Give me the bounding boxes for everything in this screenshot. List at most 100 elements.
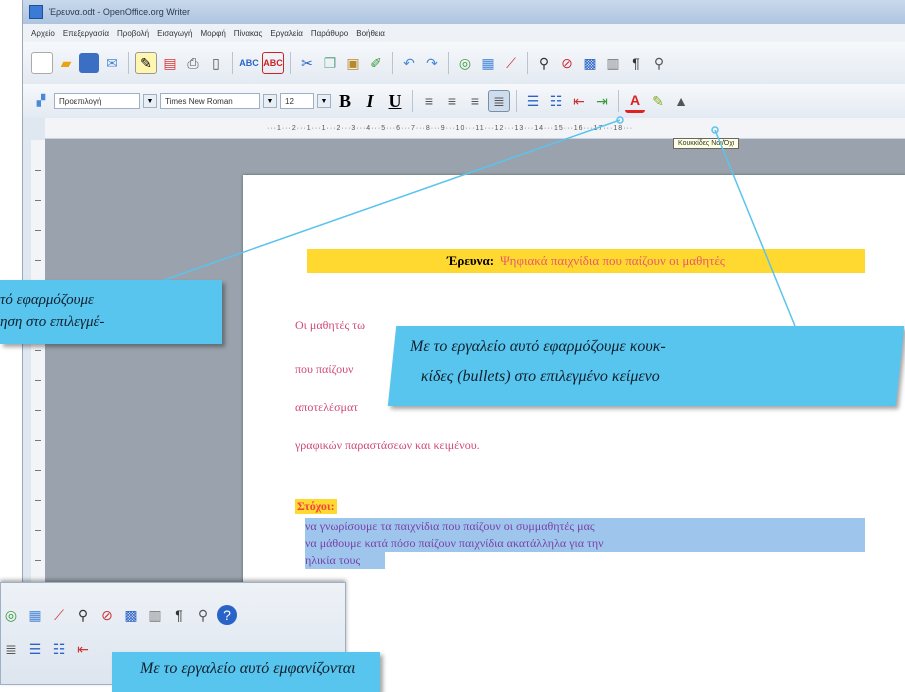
toolbar-separator	[392, 52, 393, 74]
toolbar-separator	[412, 90, 413, 112]
format-paintbrush-icon[interactable]: ✐	[366, 53, 386, 73]
chevron-down-icon[interactable]: ▼	[263, 94, 277, 108]
spellcheck-icon[interactable]: ABC	[239, 53, 259, 73]
redo-icon[interactable]: ↷	[422, 53, 442, 73]
autospellcheck-icon[interactable]: ABC	[262, 52, 284, 74]
align-center-icon[interactable]: ≡	[442, 91, 462, 111]
callout-left: τό εφαρμόζουμε ηση στο επιλεγμέ-	[0, 280, 222, 344]
save-icon[interactable]	[79, 53, 99, 73]
callout-left-line: ηση στο επιλεγμέ-	[0, 314, 105, 330]
help-icon[interactable]: ?	[217, 605, 237, 625]
data-sources-icon[interactable]: ▥	[603, 53, 623, 73]
italic-icon[interactable]: I	[359, 91, 381, 112]
increase-indent-icon[interactable]: ⇥	[592, 91, 612, 111]
open-folder-icon[interactable]: ▰	[56, 53, 76, 73]
menu-edit[interactable]: Επεξεργασία	[63, 29, 109, 38]
gallery-icon[interactable]: ▩	[580, 53, 600, 73]
paragraph-line: που παίζουν	[295, 362, 354, 376]
paragraph-style-box[interactable]: Προεπιλογή	[54, 93, 140, 109]
navigator-icon[interactable]: ⊘	[557, 53, 577, 73]
heading-text: Ψηφιακά παιχνίδια που παίζουν οι μαθητές	[500, 253, 725, 268]
zoom-icon[interactable]: ⚲	[649, 53, 669, 73]
callout-right: Με το εργαλείο αυτό εφαρμόζουμε κουκ- κί…	[387, 326, 905, 406]
email-icon[interactable]: ✉	[102, 53, 122, 73]
writer-app-icon	[29, 5, 43, 19]
menu-help[interactable]: Βοήθεια	[356, 29, 385, 38]
styles-formatting-icon[interactable]: ▞	[31, 91, 51, 111]
nonprinting-characters-icon[interactable]: ¶	[626, 53, 646, 73]
paste-icon[interactable]: ▣	[343, 53, 363, 73]
align-left-icon[interactable]: ≡	[419, 91, 439, 111]
undo-icon[interactable]: ↶	[399, 53, 419, 73]
selected-line: να μάθουμε κατά πόσο παίζουν παιχνίδια α…	[305, 536, 604, 550]
decrease-indent-icon[interactable]: ⇤	[569, 91, 589, 111]
toolbar-separator	[527, 52, 528, 74]
print-preview-icon[interactable]: ▯	[206, 53, 226, 73]
cut-icon[interactable]: ✂	[297, 53, 317, 73]
menu-table[interactable]: Πίνακας	[234, 29, 263, 38]
bullets-icon[interactable]: ☷	[49, 639, 69, 659]
menu-format[interactable]: Μορφή	[200, 29, 225, 38]
menu-view[interactable]: Προβολή	[117, 29, 149, 38]
goals-heading: Στόχοι:	[295, 499, 337, 514]
copy-icon[interactable]: ❐	[320, 53, 340, 73]
justify-icon[interactable]: ≣	[488, 90, 510, 112]
font-color-icon[interactable]: A	[625, 90, 645, 113]
numbering-icon[interactable]: ☰	[523, 91, 543, 111]
callout-bottom-line: Με το εργαλείο αυτό εμφανίζονται	[140, 660, 356, 677]
hyperlink-icon[interactable]: ◎	[1, 605, 21, 625]
nonprinting-characters-icon[interactable]: ¶	[169, 605, 189, 625]
selected-line: ηλικία τους	[305, 553, 361, 567]
toolbar-separator	[290, 52, 291, 74]
justify-icon[interactable]: ≣	[1, 639, 21, 659]
toolbar-separator	[618, 90, 619, 112]
menu-tools[interactable]: Εργαλεία	[270, 29, 302, 38]
table-icon[interactable]: ▦	[25, 605, 45, 625]
align-right-icon[interactable]: ≡	[465, 91, 485, 111]
data-sources-icon[interactable]: ▥	[145, 605, 165, 625]
standard-toolbar: ▰ ✉ ✎ ▤ ⎙ ▯ ABC ABC ✂ ❐ ▣ ✐ ↶ ↷ ◎ ▦ ⟋ ⚲ …	[23, 42, 905, 84]
bullets-icon[interactable]: ☷	[546, 91, 566, 111]
zoomed-toolbar-row: ◎ ▦ ⟋ ⚲ ⊘ ▩ ▥ ¶ ⚲ ?	[1, 605, 237, 625]
underline-icon[interactable]: U	[384, 91, 406, 112]
toolbar-separator	[232, 52, 233, 74]
find-replace-icon[interactable]: ⚲	[534, 53, 554, 73]
draw-functions-icon[interactable]: ⟋	[49, 605, 69, 625]
background-color-icon[interactable]: ▲	[671, 91, 691, 111]
draw-functions-icon[interactable]: ⟋	[501, 53, 521, 73]
menu-window[interactable]: Παράθυρο	[311, 29, 348, 38]
table-icon[interactable]: ▦	[478, 53, 498, 73]
callout-right-line: κίδες (bullets) στο επιλεγμένο κείμενο	[420, 368, 660, 385]
zoomed-toolbar-row: ≣ ☰ ☷ ⇤	[1, 639, 93, 659]
toolbar-separator	[448, 52, 449, 74]
bullets-tooltip: Κουκκίδες Ναι/Όχι	[673, 138, 740, 149]
edit-file-icon[interactable]: ✎	[135, 52, 157, 74]
document-heading: Έρευνα: Ψηφιακά παιχνίδια που παίζουν οι…	[307, 249, 865, 273]
print-icon[interactable]: ⎙	[183, 53, 203, 73]
callout-right-line: Με το εργαλείο αυτό εφαρμόζουμε κουκ-	[409, 338, 666, 355]
heading-bold: Έρευνα:	[447, 253, 495, 268]
numbering-icon[interactable]: ☰	[25, 639, 45, 659]
hyperlink-icon[interactable]: ◎	[455, 53, 475, 73]
menu-file[interactable]: Αρχείο	[31, 29, 55, 38]
bold-icon[interactable]: B	[334, 91, 356, 112]
menu-insert[interactable]: Εισαγωγή	[157, 29, 192, 38]
font-size-box[interactable]: 12	[280, 93, 314, 109]
toolbar-separator	[516, 90, 517, 112]
decrease-indent-icon[interactable]: ⇤	[73, 639, 93, 659]
chevron-down-icon[interactable]: ▼	[143, 94, 157, 108]
new-document-icon[interactable]	[31, 52, 53, 74]
export-pdf-icon[interactable]: ▤	[160, 53, 180, 73]
selected-line: να γνωρίσουμε τα παιχνίδια που παίζουν ο…	[305, 519, 595, 533]
callout-bottom: Με το εργαλείο αυτό εμφανίζονται	[112, 652, 380, 692]
navigator-icon[interactable]: ⊘	[97, 605, 117, 625]
font-name-box[interactable]: Times New Roman	[160, 93, 260, 109]
ruler-ticks: ···1···2···1···1···2···3···4···5···6···7…	[267, 124, 634, 132]
highlighting-icon[interactable]: ✎	[648, 91, 668, 111]
callout-left-line: τό εφαρμόζουμε	[0, 292, 94, 308]
zoom-icon[interactable]: ⚲	[193, 605, 213, 625]
gallery-icon[interactable]: ▩	[121, 605, 141, 625]
chevron-down-icon[interactable]: ▼	[317, 94, 331, 108]
find-replace-icon[interactable]: ⚲	[73, 605, 93, 625]
paragraph-line: αποτελέσματ	[295, 400, 359, 414]
